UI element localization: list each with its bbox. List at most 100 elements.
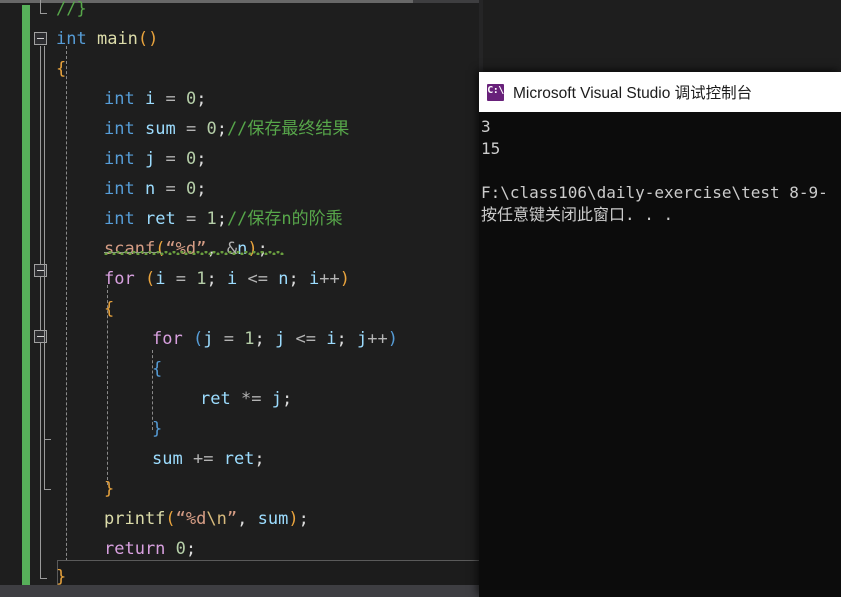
- code-line-7[interactable]: int n = 0;: [104, 174, 206, 204]
- console-line: 3: [481, 117, 491, 136]
- operator-address-of: &: [226, 239, 238, 259]
- number-literal: 1: [196, 269, 207, 289]
- operator-increment: ++: [319, 269, 340, 289]
- code-line-15[interactable]: }: [152, 414, 162, 444]
- identifier-j: j: [271, 389, 282, 409]
- semicolon: ;: [281, 389, 293, 409]
- identifier-sum: sum: [257, 509, 289, 529]
- keyword-int: int: [104, 149, 135, 169]
- operator-mult-assign: *=: [240, 389, 262, 409]
- identifier-i: i: [144, 89, 156, 109]
- scrollbar-thumb[interactable]: [50, 586, 483, 596]
- semicolon: ;: [206, 269, 217, 289]
- console-titlebar[interactable]: C:\ Microsoft Visual Studio 调试控制台: [479, 72, 841, 112]
- code-text-area[interactable]: //} int main() { int i = 0; int sum = 0;…: [0, 0, 483, 597]
- cmd-icon-glyph: C:\: [487, 84, 504, 96]
- format-string: “%d”: [165, 239, 207, 259]
- semicolon: ;: [298, 509, 309, 529]
- code-line-8[interactable]: int ret = 1;//保存n的阶乘: [104, 204, 343, 234]
- identifier-sum: sum: [152, 449, 183, 469]
- code-line-10[interactable]: for (i = 1; i <= n; i++): [104, 264, 350, 294]
- operator-assign: =: [175, 269, 186, 289]
- code-line-19[interactable]: return 0;: [104, 534, 196, 564]
- identifier-ret: ret: [223, 449, 255, 469]
- brace-close: }: [152, 419, 163, 439]
- brace-open: {: [152, 359, 163, 379]
- paren-close: ): [247, 239, 258, 259]
- code-comment: //保存n的阶乘: [226, 209, 343, 229]
- operator-assign: =: [185, 119, 197, 139]
- paren-close: ): [288, 509, 299, 529]
- comma: ,: [237, 509, 248, 529]
- number-literal: 0: [206, 119, 217, 139]
- code-line-1[interactable]: //}: [56, 0, 87, 24]
- semicolon: ;: [196, 179, 207, 199]
- operator-assign: =: [165, 149, 176, 169]
- console-line-path: F:\class106\daily-exercise\test 8-9-: [481, 183, 828, 202]
- code-line-12[interactable]: for (j = 1; j <= i; j++): [152, 324, 398, 354]
- identifier-j: j: [144, 149, 156, 169]
- console-line: 15: [481, 139, 501, 158]
- keyword-int: int: [104, 179, 135, 199]
- format-string: “%d: [175, 509, 207, 529]
- semicolon: ;: [196, 89, 207, 109]
- semicolon: ;: [257, 239, 268, 259]
- identifier-i: i: [155, 269, 166, 289]
- operator-plus-assign: +=: [192, 449, 214, 469]
- code-line-13[interactable]: {: [152, 354, 162, 384]
- semicolon: ;: [288, 269, 299, 289]
- identifier-n: n: [144, 179, 156, 199]
- code-line-6[interactable]: int j = 0;: [104, 144, 206, 174]
- editor-bottom-scrollbar[interactable]: [0, 585, 483, 597]
- code-line-5[interactable]: int sum = 0;//保存最终结果: [104, 114, 349, 144]
- function-scanf: scanf: [104, 239, 156, 259]
- operator-assign: =: [165, 179, 176, 199]
- operator-lte: <=: [247, 269, 268, 289]
- debug-console-window[interactable]: C:\ Microsoft Visual Studio 调试控制台 3 15 F…: [479, 72, 841, 597]
- keyword-int: int: [104, 119, 135, 139]
- code-line-17[interactable]: }: [104, 474, 114, 504]
- paren-open: (: [165, 509, 176, 529]
- semicolon: ;: [254, 449, 265, 469]
- console-title: Microsoft Visual Studio 调试控制台: [513, 85, 753, 102]
- code-editor-pane[interactable]: //} int main() { int i = 0; int sum = 0;…: [0, 0, 483, 597]
- code-line-18[interactable]: printf(“%d\n”, sum);: [104, 504, 309, 534]
- console-line-prompt: 按任意键关闭此窗口. . .: [481, 205, 674, 224]
- paren-open: (: [144, 269, 156, 289]
- code-line-11[interactable]: {: [104, 294, 114, 324]
- brace-open: {: [104, 299, 115, 319]
- brace-close: }: [104, 479, 115, 499]
- keyword-return: return: [104, 539, 166, 559]
- number-literal: 0: [175, 539, 186, 559]
- code-line-14[interactable]: ret *= j;: [200, 384, 292, 414]
- identifier-ret: ret: [200, 389, 231, 409]
- operator-increment: ++: [367, 329, 388, 349]
- function-printf: printf: [104, 509, 166, 529]
- semicolon: ;: [196, 149, 207, 169]
- keyword-int: int: [104, 89, 135, 109]
- paren-open: (: [155, 239, 166, 259]
- console-output-area[interactable]: 3 15 F:\class106\daily-exercise\test 8-9…: [479, 112, 841, 597]
- operator-assign: =: [185, 209, 197, 229]
- code-line-16[interactable]: sum += ret;: [152, 444, 265, 474]
- identifier-i: i: [226, 269, 238, 289]
- number-literal: 0: [185, 89, 197, 109]
- semicolon: ;: [254, 329, 265, 349]
- code-line-9[interactable]: scanf(“%d”, &n);: [104, 234, 268, 264]
- code-line-2[interactable]: int main(): [56, 24, 158, 54]
- brace-close: }: [56, 567, 67, 587]
- code-line-3[interactable]: {: [56, 54, 66, 84]
- brace-open: {: [56, 59, 67, 79]
- number-literal: 0: [185, 179, 197, 199]
- paren-close: ): [387, 329, 398, 349]
- error-squiggle: [104, 251, 284, 255]
- paren-close: ): [339, 269, 350, 289]
- identifier-sum: sum: [144, 119, 176, 139]
- code-line-4[interactable]: int i = 0;: [104, 84, 206, 114]
- keyword-int: int: [56, 29, 87, 49]
- escape-sequence: \n: [206, 509, 227, 529]
- identifier-j: j: [203, 329, 214, 349]
- comma: ,: [206, 239, 217, 259]
